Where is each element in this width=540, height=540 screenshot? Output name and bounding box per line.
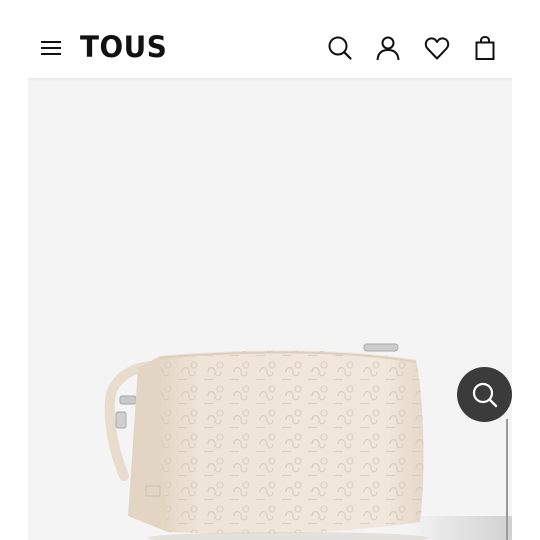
visual-search-button[interactable] [457, 367, 512, 422]
product-image-area [28, 78, 512, 540]
site-header: TOUS [28, 16, 512, 78]
brand-logo[interactable]: TOUS [80, 28, 167, 66]
product-image[interactable] [98, 336, 438, 540]
heart-icon[interactable] [423, 34, 451, 62]
hamburger-menu-icon[interactable] [40, 37, 64, 57]
app-frame: TOUS [28, 16, 512, 540]
scrollbar-track[interactable] [506, 419, 508, 540]
visual-search-icon [472, 382, 497, 407]
image-edge-shadow [408, 516, 512, 540]
search-icon[interactable] [326, 34, 354, 62]
user-account-icon[interactable] [374, 34, 402, 62]
shopping-bag-icon[interactable] [471, 34, 499, 62]
